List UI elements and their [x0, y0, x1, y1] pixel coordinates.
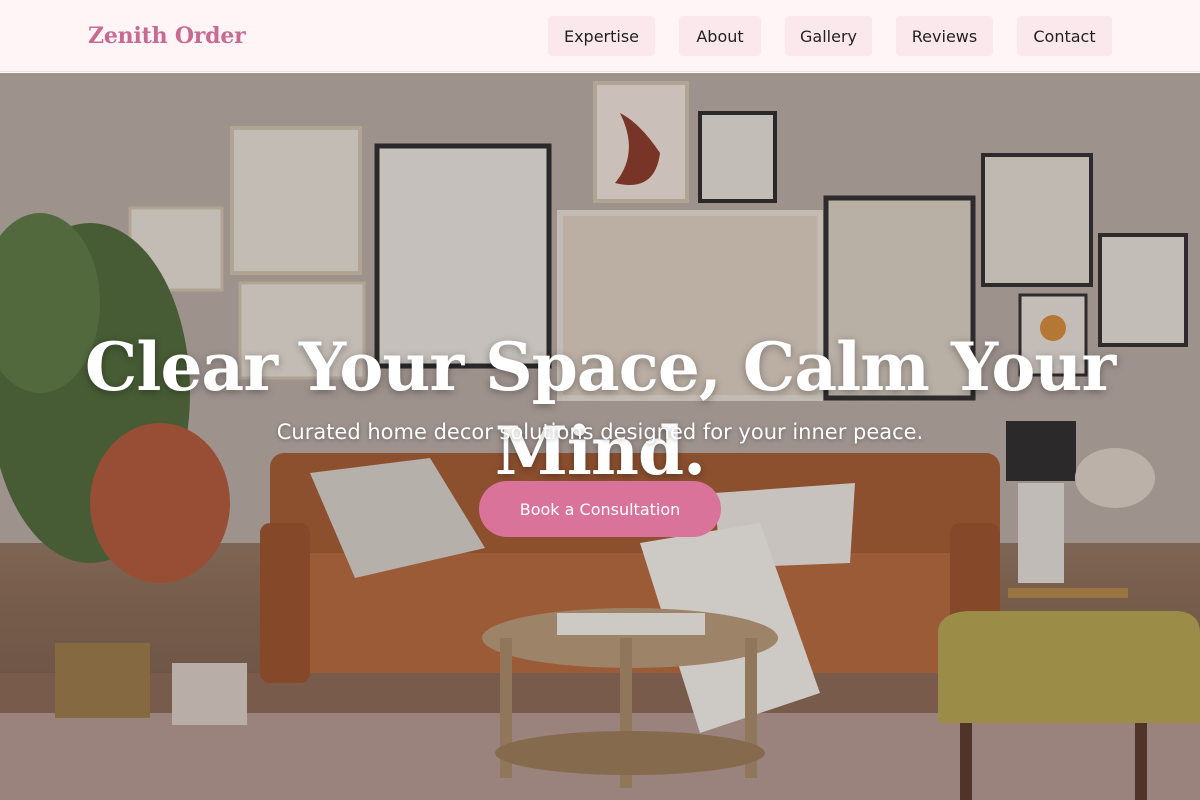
hero-headline: Clear Your Space, Calm Your Mind.: [84, 328, 1116, 490]
nav-gallery-button[interactable]: Gallery: [785, 16, 872, 56]
book-consultation-button[interactable]: Book a Consultation: [479, 481, 721, 537]
nav-about-button[interactable]: About: [679, 16, 761, 56]
site-header: Zenith Order Expertise About Gallery Rev…: [0, 0, 1200, 72]
hero-section: Clear Your Space, Calm Your Mind. Curate…: [0, 73, 1200, 800]
nav-expertise-button[interactable]: Expertise: [548, 16, 655, 56]
main-nav: Expertise About Gallery Reviews Contact: [0, 16, 1200, 56]
hero-subheadline: Curated home decor solutions designed fo…: [276, 420, 924, 444]
nav-reviews-button[interactable]: Reviews: [896, 16, 993, 56]
nav-contact-button[interactable]: Contact: [1017, 16, 1112, 56]
